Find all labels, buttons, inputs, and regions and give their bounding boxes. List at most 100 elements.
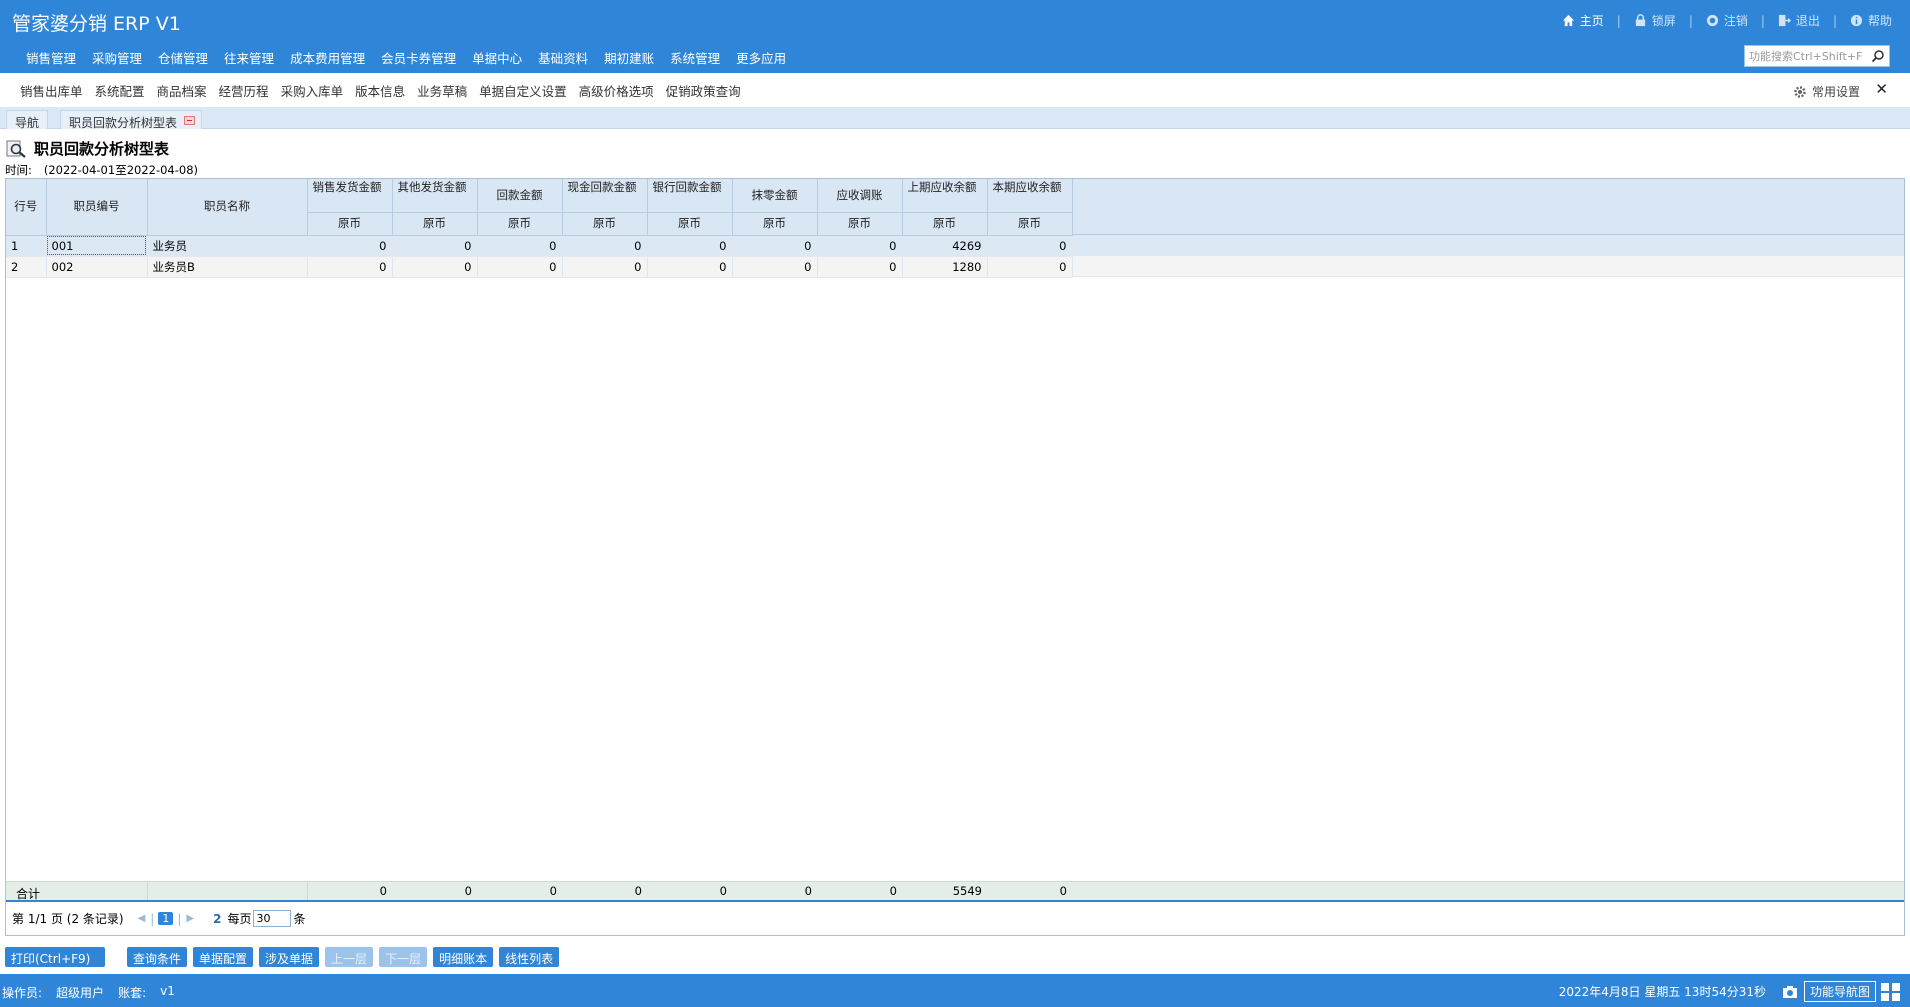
lock-link[interactable]: 锁屏: [1634, 12, 1676, 29]
status-right: 2022年4月8日 星期五 13时54分31秒 功能导航图: [1559, 981, 1902, 1002]
shortcut-purchase-in[interactable]: 采购入库单: [275, 81, 350, 100]
operator-label: 操作员:: [2, 986, 43, 1000]
cell-cash[interactable]: 0: [562, 256, 648, 278]
grid-apps-icon[interactable]: [1880, 982, 1902, 1002]
cell-other[interactable]: 0: [392, 235, 478, 257]
col-header-curr-receivable[interactable]: 本期应收余额: [987, 179, 1073, 213]
cell-other[interactable]: 0: [392, 256, 478, 278]
cell-emp-name[interactable]: 业务员: [147, 235, 308, 257]
cell-payment[interactable]: 0: [477, 235, 563, 257]
col-header-prev-receivable[interactable]: 上期应收余额: [902, 179, 988, 213]
next-page-arrow[interactable]: ▶: [186, 913, 194, 924]
menu-item-opening[interactable]: 期初建账: [596, 46, 662, 69]
close-icon[interactable]: ✕: [1875, 80, 1888, 98]
current-page[interactable]: 1: [158, 912, 174, 925]
col-header-rounding[interactable]: 抹零金额: [732, 179, 818, 213]
col-header-other-amount[interactable]: 其他发货金额: [392, 179, 478, 213]
up-level-button[interactable]: 上一层: [325, 947, 374, 967]
shortcut-version-info[interactable]: 版本信息: [349, 81, 411, 100]
function-search-input[interactable]: [1745, 47, 1863, 65]
cell-prev-receivable[interactable]: 1280: [902, 256, 988, 278]
common-settings-label: 常用设置: [1811, 85, 1860, 99]
menu-item-purchase[interactable]: 采购管理: [84, 46, 150, 69]
home-link[interactable]: 主页: [1562, 12, 1604, 29]
doc-config-button[interactable]: 单据配置: [193, 947, 254, 967]
cell-adjust[interactable]: 0: [817, 256, 903, 278]
menu-item-membership[interactable]: 会员卡券管理: [373, 46, 464, 69]
help-link[interactable]: 帮助: [1850, 12, 1892, 29]
page-number-link[interactable]: 2: [213, 912, 221, 926]
query-conditions-button[interactable]: 查询条件: [127, 947, 188, 967]
menu-item-warehouse[interactable]: 仓储管理: [150, 46, 216, 69]
per-page-input[interactable]: [253, 910, 292, 927]
cell-adjust[interactable]: 0: [817, 235, 903, 257]
cell-emp-code[interactable]: 001: [46, 235, 148, 257]
menu-item-more[interactable]: 更多应用: [728, 46, 794, 69]
cell-bank[interactable]: 0: [647, 235, 733, 257]
status-left: 操作员: 超级用户 账套: v1: [2, 984, 189, 1001]
menu-item-cost[interactable]: 成本费用管理: [282, 46, 373, 69]
table-row[interactable]: 2 002 业务员B 0 0 0 0 0 0 0 1280 0: [6, 256, 1073, 278]
cell-emp-code[interactable]: 002: [46, 256, 148, 278]
cell-emp-name[interactable]: 业务员B: [147, 256, 308, 278]
menu-item-system[interactable]: 系统管理: [662, 46, 728, 69]
detail-ledger-button[interactable]: 明细账本: [433, 947, 494, 967]
tab-label: 职员回款分析树型表: [69, 116, 178, 130]
linear-list-button[interactable]: 线性列表: [499, 947, 560, 967]
shortcut-promotion-query[interactable]: 促销政策查询: [660, 81, 747, 100]
table-row[interactable]: 1 001 业务员 0 0 0 0 0 0 0 4269 0: [6, 235, 1073, 257]
exit-link[interactable]: 退出: [1778, 12, 1820, 29]
shortcut-system-config[interactable]: 系统配置: [89, 81, 151, 100]
shortcut-drafts[interactable]: 业务草稿: [411, 81, 473, 100]
cell-row-no[interactable]: 2: [6, 256, 47, 278]
shortcut-business-history[interactable]: 经营历程: [213, 81, 275, 100]
divider: |: [1688, 13, 1693, 28]
menu-item-basics[interactable]: 基础资料: [530, 46, 596, 69]
home-label: 主页: [1579, 14, 1604, 28]
col-header-emp-name[interactable]: 职员名称: [147, 179, 308, 236]
prev-page-arrow[interactable]: ◀: [138, 913, 146, 924]
lock-label: 锁屏: [1651, 14, 1676, 28]
shortcut-price-options[interactable]: 高级价格选项: [573, 81, 660, 100]
cell-bank[interactable]: 0: [647, 256, 733, 278]
menu-item-accounts[interactable]: 往来管理: [216, 46, 282, 69]
col-header-cash-payment[interactable]: 现金回款金额: [562, 179, 648, 213]
shortcut-sales-out[interactable]: 销售出库单: [14, 81, 89, 100]
down-level-button[interactable]: 下一层: [379, 947, 428, 967]
col-header-sales-amount[interactable]: 销售发货金额: [307, 179, 393, 213]
per-page-unit: 条: [293, 912, 306, 926]
logout-link[interactable]: 注销: [1706, 12, 1748, 29]
cell-rounding[interactable]: 0: [732, 256, 818, 278]
function-nav-button[interactable]: 功能导航图: [1803, 981, 1876, 1002]
cell-sales[interactable]: 0: [307, 235, 393, 257]
clock: 2022年4月8日 星期五 13时54分31秒: [1558, 985, 1766, 999]
col-header-payment-amount[interactable]: 回款金额: [477, 179, 563, 213]
cell-curr-receivable[interactable]: 0: [987, 256, 1073, 278]
common-settings-button[interactable]: 常用设置: [1793, 83, 1860, 100]
cell-prev-receivable[interactable]: 4269: [902, 235, 988, 257]
cell-rounding[interactable]: 0: [732, 235, 818, 257]
status-bar: 操作员: 超级用户 账套: v1 2022年4月8日 星期五 13时54分31秒…: [0, 974, 1910, 1007]
subheader-currency: 原币: [902, 212, 988, 236]
shortcut-product-archive[interactable]: 商品档案: [151, 81, 213, 100]
tab-employee-payment-report[interactable]: 职员回款分析树型表: [60, 110, 203, 130]
tab-navigation[interactable]: 导航: [6, 110, 49, 130]
search-icon[interactable]: [1871, 49, 1885, 63]
cell-curr-receivable[interactable]: 0: [987, 235, 1073, 257]
cell-cash[interactable]: 0: [562, 235, 648, 257]
col-header-emp-code[interactable]: 职员编号: [46, 179, 148, 236]
print-button[interactable]: 打印(Ctrl+F9): [5, 947, 105, 967]
shortcut-doc-custom[interactable]: 单据自定义设置: [473, 81, 573, 100]
camera-icon[interactable]: [1782, 985, 1798, 999]
related-docs-button[interactable]: 涉及单据: [259, 947, 320, 967]
divider: |: [1760, 13, 1765, 28]
tab-close-icon[interactable]: [184, 116, 196, 125]
cell-sales[interactable]: 0: [307, 256, 393, 278]
cell-payment[interactable]: 0: [477, 256, 563, 278]
menu-item-documents[interactable]: 单据中心: [464, 46, 530, 69]
col-header-receivable-adjust[interactable]: 应收调账: [817, 179, 903, 213]
col-header-bank-payment[interactable]: 银行回款金额: [647, 179, 733, 213]
menu-item-sales[interactable]: 销售管理: [18, 46, 84, 69]
col-header-row-no[interactable]: 行号: [6, 179, 47, 236]
cell-row-no[interactable]: 1: [6, 235, 47, 257]
